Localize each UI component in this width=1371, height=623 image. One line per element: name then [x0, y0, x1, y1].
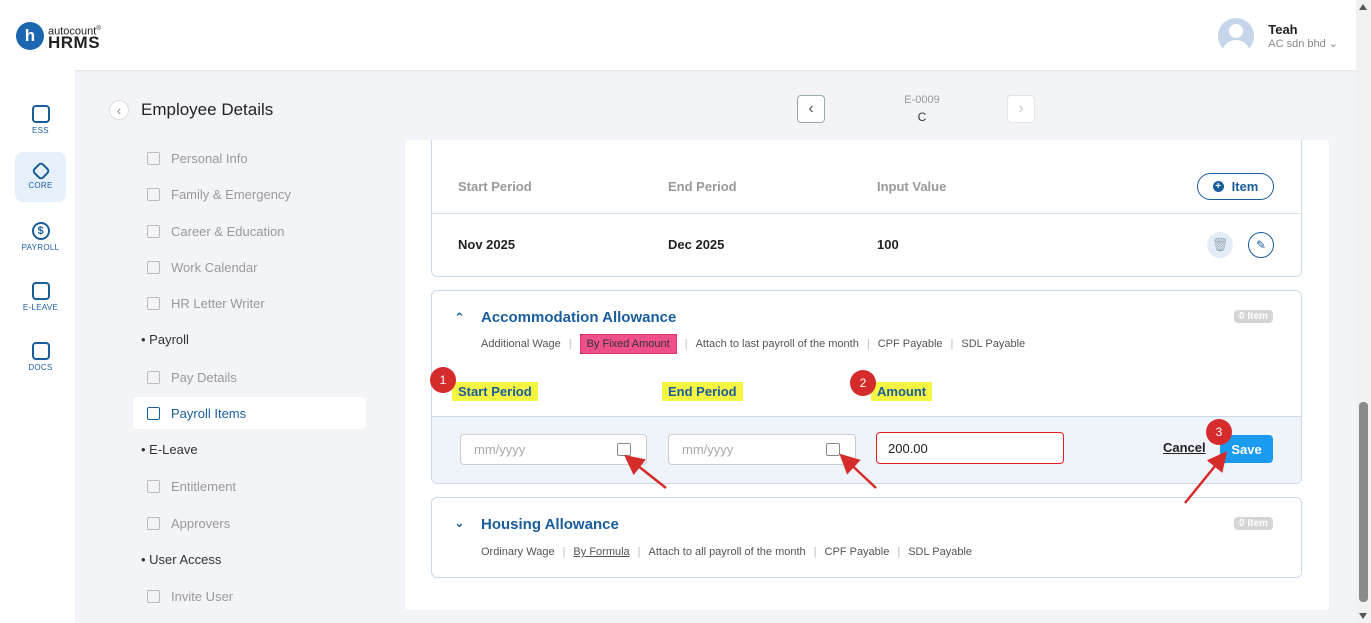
prev-employee-button[interactable]: ‹: [797, 95, 825, 123]
rail-label: PAYROLL: [21, 243, 60, 252]
submenu-family[interactable]: Family & Emergency: [133, 178, 366, 210]
end-period-input[interactable]: mm/yyyy: [668, 434, 856, 465]
column-start-period: Start Period: [458, 179, 532, 194]
avatar[interactable]: [1218, 18, 1255, 54]
pencil-icon: ✎: [1255, 238, 1267, 252]
user-name: Teah: [1268, 22, 1298, 37]
employee-name: C: [917, 110, 927, 124]
page-scrollbar[interactable]: [1356, 0, 1371, 623]
label-amount: Amount: [871, 382, 933, 401]
row-input-value: 100: [877, 237, 899, 252]
row-start-period: Nov 2025: [458, 237, 516, 252]
person-icon: [147, 151, 160, 165]
user-company-dropdown[interactable]: AC sdn bhd ⌄: [1268, 37, 1338, 50]
rail-item-docs[interactable]: DOCS: [15, 332, 66, 382]
item-count-badge: 0 Item: [1234, 310, 1273, 323]
core-icon: [30, 161, 51, 181]
item-count-badge: 0 Item: [1234, 517, 1273, 530]
step-marker-2: 2: [850, 370, 876, 396]
delete-button[interactable]: 🗑: [1207, 232, 1233, 258]
ess-icon: [31, 105, 50, 123]
approvers-icon: [147, 516, 160, 530]
plus-icon: +: [1212, 181, 1224, 192]
chevron-left-icon: ‹: [808, 100, 814, 117]
calendar-icon[interactable]: [826, 443, 840, 456]
letter-icon: [147, 296, 160, 310]
rail-item-eleave[interactable]: E-LEAVE: [15, 272, 66, 322]
label-start-period: Start Period: [452, 382, 538, 401]
scroll-down-icon[interactable]: [1359, 613, 1367, 619]
calendar-icon[interactable]: [617, 443, 631, 456]
step-marker-1: 1: [430, 367, 456, 393]
submenu-section-eleave: • E-Leave: [141, 442, 198, 457]
row-end-period: Dec 2025: [668, 237, 725, 252]
chevron-up-icon[interactable]: ⌃: [454, 310, 465, 326]
submenu-hr-letter[interactable]: HR Letter Writer: [133, 287, 366, 319]
trash-icon: 🗑: [1211, 237, 1229, 252]
submenu-entitlement[interactable]: Entitlement: [133, 470, 366, 502]
submenu-personal-info[interactable]: Personal Info: [133, 142, 366, 174]
chevron-left-icon: ‹: [116, 102, 122, 118]
add-item-button[interactable]: + Item: [1197, 173, 1274, 200]
module-rail: ESS CORE $ PAYROLL E-LEAVE DOCS: [0, 70, 75, 623]
page-title: Employee Details: [141, 100, 274, 119]
housing-tags: Ordinary Wage | By Formula | Attach to all p…: [481, 546, 973, 558]
employee-code: E-0009: [904, 94, 940, 106]
invite-user-icon: [147, 589, 160, 603]
submenu-work-calendar[interactable]: Work Calendar: [133, 251, 366, 283]
housing-allowance-title[interactable]: Housing Allowance: [481, 516, 619, 533]
chevron-down-icon[interactable]: ⌄: [454, 515, 465, 531]
housing-allowance-card: [431, 497, 1302, 578]
user-menu[interactable]: Teah AC sdn bhd ⌄: [1218, 18, 1338, 54]
rail-label: DOCS: [28, 363, 53, 372]
docs-icon: [31, 342, 50, 360]
submenu-invite-user[interactable]: Invite User: [133, 580, 366, 612]
submenu-pay-details[interactable]: Pay Details: [133, 361, 366, 393]
rail-label: CORE: [28, 181, 53, 190]
next-employee-button[interactable]: ›: [1007, 95, 1035, 123]
accommodation-allowance-title[interactable]: Accommodation Allowance: [481, 309, 676, 326]
back-button[interactable]: ‹: [109, 100, 129, 120]
top-bar: h autocount® HRMS Teah AC sdn bhd ⌄: [0, 0, 1356, 70]
start-period-input[interactable]: mm/yyyy: [460, 434, 647, 465]
logo-registered: ®: [96, 25, 101, 32]
calendar-icon: [31, 282, 50, 300]
payroll-icon: $: [31, 222, 50, 240]
column-end-period: End Period: [668, 179, 737, 194]
submenu-career[interactable]: Career & Education: [133, 215, 366, 247]
divider: [432, 213, 1301, 214]
scroll-up-icon[interactable]: [1359, 4, 1367, 10]
logo-bottom-text: HRMS: [48, 33, 101, 53]
payroll-items-icon: [147, 406, 160, 420]
edit-button[interactable]: ✎: [1248, 232, 1274, 258]
cancel-button[interactable]: Cancel: [1163, 440, 1206, 455]
accommodation-tags: Additional Wage | By Fixed Amount | Attach t…: [481, 334, 1025, 354]
entitlement-icon: [147, 479, 160, 493]
rail-label: ESS: [32, 126, 49, 135]
payroll-item-card: [431, 140, 1302, 277]
logo-mark: h: [16, 22, 44, 50]
rail-item-core[interactable]: CORE: [15, 152, 66, 202]
rail-label: E-LEAVE: [22, 303, 59, 312]
column-input-value: Input Value: [877, 179, 947, 194]
scroll-thumb[interactable]: [1359, 402, 1368, 602]
submenu-section-payroll: • Payroll: [141, 332, 189, 347]
app-logo[interactable]: h autocount® HRMS: [16, 22, 101, 53]
step-marker-3: 3: [1206, 419, 1232, 445]
amount-input[interactable]: 200.00: [876, 432, 1064, 464]
family-icon: [147, 187, 160, 201]
chevron-right-icon: ›: [1018, 100, 1024, 117]
submenu-payroll-items[interactable]: Payroll Items: [133, 397, 366, 429]
rail-item-ess[interactable]: ESS: [15, 95, 66, 145]
career-icon: [147, 224, 160, 238]
highlighted-tag: By Fixed Amount: [579, 334, 677, 354]
submenu-section-user-access: • User Access: [141, 552, 222, 567]
calendar-icon: [147, 260, 160, 274]
submenu-approvers[interactable]: Approvers: [133, 507, 366, 539]
label-end-period: End Period: [662, 382, 743, 401]
bank-icon: [147, 370, 160, 384]
rail-item-payroll[interactable]: $ PAYROLL: [15, 212, 66, 262]
